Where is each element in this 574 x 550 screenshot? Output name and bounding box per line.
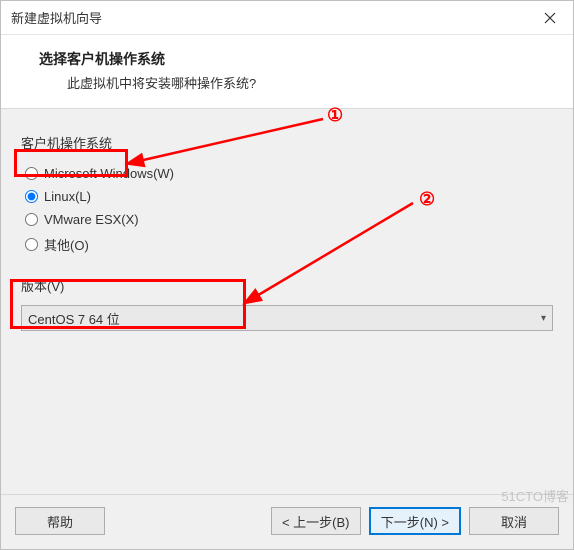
- close-icon: [544, 12, 556, 24]
- radio-input[interactable]: [25, 167, 38, 180]
- radio-label: VMware ESX(X): [44, 212, 139, 227]
- radio-label: Linux(L): [44, 189, 91, 204]
- wizard-window: 新建虚拟机向导 选择客户机操作系统 此虚拟机中将安装哪种操作系统? 客户机操作系…: [0, 0, 574, 550]
- window-title: 新建虚拟机向导: [11, 8, 102, 27]
- radio-other[interactable]: 其他(O): [25, 231, 553, 258]
- radio-input[interactable]: [25, 238, 38, 251]
- wizard-header: 选择客户机操作系统 此虚拟机中将安装哪种操作系统?: [1, 35, 573, 109]
- version-label: 版本(V): [21, 276, 553, 295]
- radio-input[interactable]: [25, 213, 38, 226]
- close-button[interactable]: [527, 1, 573, 34]
- wizard-footer: 帮助 < 上一步(B) 下一步(N) > 取消: [1, 494, 573, 549]
- version-selected: CentOS 7 64 位: [28, 309, 120, 328]
- back-button[interactable]: < 上一步(B): [271, 507, 361, 535]
- next-button[interactable]: 下一步(N) >: [369, 507, 461, 535]
- chevron-down-icon: ▾: [541, 313, 546, 324]
- version-select-wrap: CentOS 7 64 位 ▾: [21, 305, 553, 331]
- radio-vmware-esx[interactable]: VMware ESX(X): [25, 208, 553, 231]
- guest-os-label: 客户机操作系统: [21, 133, 553, 152]
- cancel-button[interactable]: 取消: [469, 507, 559, 535]
- annotation-marker-1: ①: [327, 105, 343, 126]
- titlebar: 新建虚拟机向导: [1, 1, 573, 35]
- page-subtitle: 此虚拟机中将安装哪种操作系统?: [67, 73, 551, 92]
- radio-label: Microsoft Windows(W): [44, 166, 174, 181]
- radio-linux[interactable]: Linux(L): [25, 185, 553, 208]
- radio-input[interactable]: [25, 190, 38, 203]
- wizard-body: 客户机操作系统 Microsoft Windows(W) Linux(L) VM…: [1, 109, 573, 494]
- guest-os-radios: Microsoft Windows(W) Linux(L) VMware ESX…: [25, 162, 553, 258]
- radio-windows[interactable]: Microsoft Windows(W): [25, 162, 553, 185]
- page-title: 选择客户机操作系统: [39, 49, 551, 69]
- radio-label: 其他(O): [44, 235, 89, 254]
- version-select[interactable]: CentOS 7 64 位 ▾: [21, 305, 553, 331]
- help-button[interactable]: 帮助: [15, 507, 105, 535]
